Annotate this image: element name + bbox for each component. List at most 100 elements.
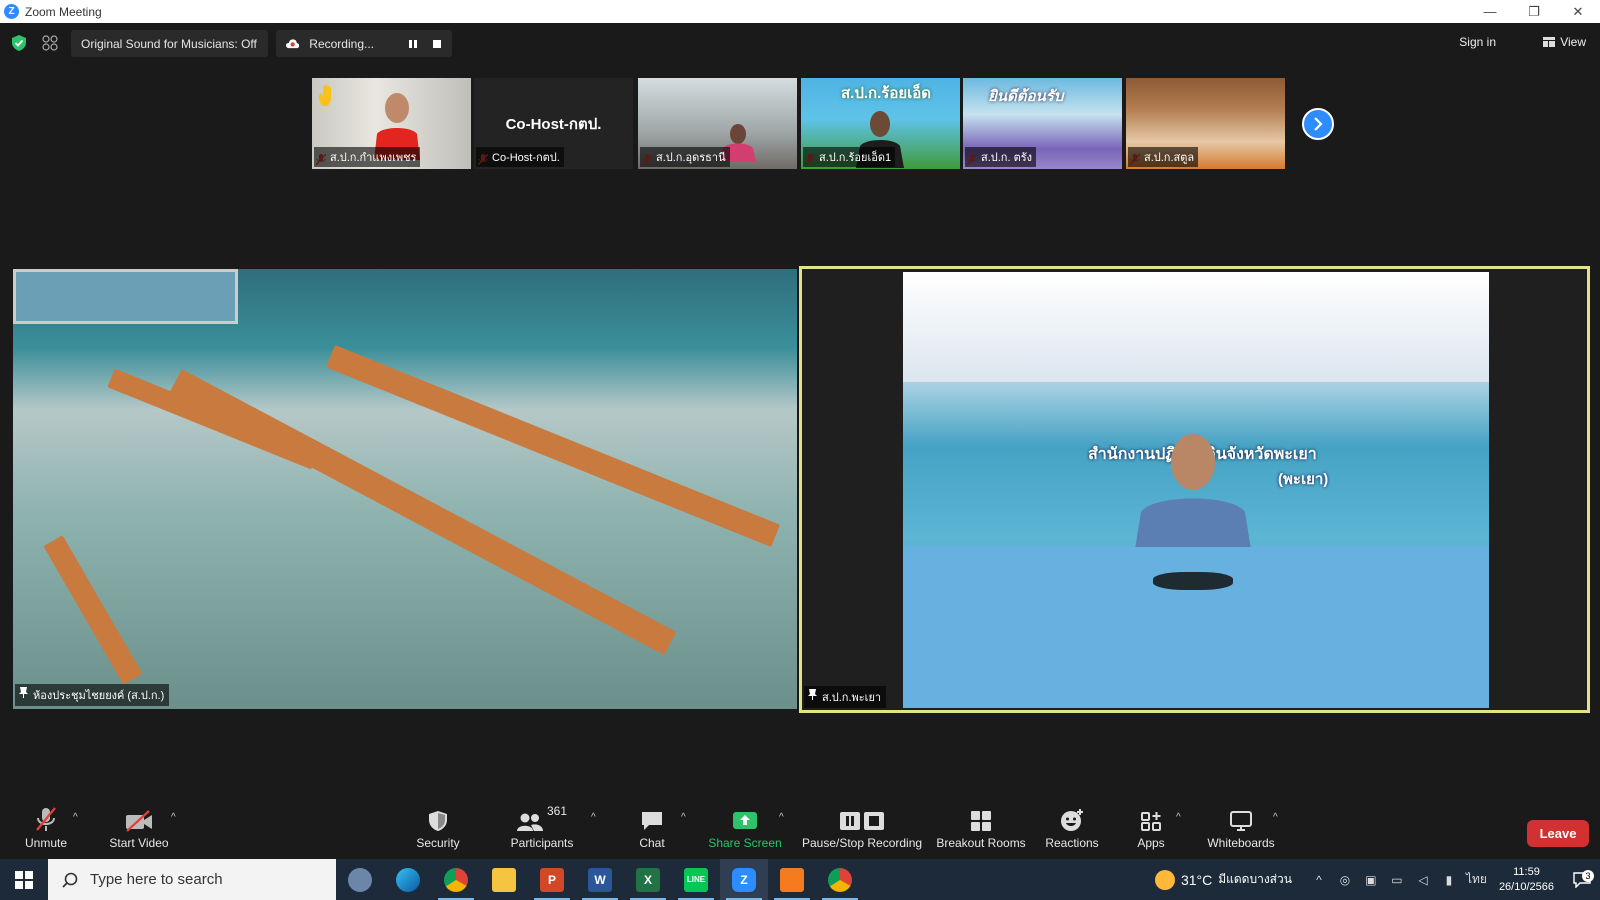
unmute-button[interactable]: Unmute	[20, 799, 72, 857]
apps-button[interactable]: Apps	[1134, 799, 1168, 857]
taskbar-app-chrome[interactable]	[432, 859, 480, 900]
participant-thumbnail[interactable]: ส.ป.ก.ร้อยเอ็ด ส.ป.ก.ร้อยเอ็ด1	[801, 78, 960, 169]
video-name-label: ห้องประชุมไชยยงค์ (ส.ป.ก.)	[15, 684, 170, 706]
chat-button[interactable]: Chat	[632, 799, 672, 857]
participants-options-chevron-icon[interactable]: ^	[591, 812, 601, 823]
conference-microphone	[1153, 572, 1233, 590]
video-options-chevron-icon[interactable]: ^	[171, 812, 181, 823]
participant-thumbnail[interactable]: ส.ป.ก.สตูล	[1126, 78, 1285, 169]
start-video-button[interactable]: Start Video	[104, 799, 174, 857]
line-messenger-icon: LINE	[684, 867, 708, 892]
edge-browser-icon	[396, 867, 420, 892]
video-off-icon	[126, 810, 152, 832]
share-screen-button[interactable]: Share Screen	[708, 799, 782, 857]
video-tile-active-speaker[interactable]: สำนักงานปฏิรูปที่ดินจังหวัดพะเยา (พะเยา)…	[799, 266, 1590, 713]
participant-thumbnail[interactable]: ส.ป.ก.อุดรธานี	[638, 78, 797, 169]
close-button[interactable]: ✕	[1556, 0, 1600, 23]
pause-recording-icon[interactable]	[408, 38, 418, 50]
participant-thumbnail[interactable]: ส.ป.ก.กำแพงเพชร	[312, 78, 471, 169]
share-options-chevron-icon[interactable]: ^	[779, 812, 789, 823]
window-curtain	[903, 272, 1489, 382]
chrome-browser-icon	[444, 867, 468, 892]
display-icon[interactable]: ▭	[1390, 873, 1404, 887]
sign-in-link[interactable]: Sign in	[1459, 35, 1496, 49]
taskbar-app-word[interactable]: W	[576, 859, 624, 900]
pause-stop-recording-button[interactable]: Pause/Stop Recording	[802, 799, 922, 857]
whiteboards-button[interactable]: Whiteboards	[1205, 799, 1277, 857]
minimize-button[interactable]: —	[1468, 0, 1512, 23]
stop-recording-icon[interactable]	[432, 38, 442, 50]
taskbar-app-line[interactable]: LINE	[672, 859, 720, 900]
chat-options-chevron-icon[interactable]: ^	[681, 812, 691, 823]
participant-thumbnail[interactable]: Co-Host-กตป. Co-Host-กตป.	[474, 78, 633, 169]
participant-thumbnail[interactable]: ยินดีต้อนรับ ส.ป.ก. ตรัง	[963, 78, 1122, 169]
pause-stop-recording-icon	[840, 812, 884, 830]
window-titlebar: Z Zoom Meeting — ❐ ✕	[0, 0, 1600, 23]
meeting-info-grid-icon[interactable]	[42, 35, 58, 51]
conference-table	[325, 344, 781, 548]
chrome-browser-icon	[828, 867, 852, 892]
clock-time: 11:59	[1513, 865, 1540, 878]
meet-now-icon[interactable]: ◎	[1338, 873, 1352, 887]
participant-name: ส.ป.ก.ร้อยเอ็ด1	[803, 147, 896, 167]
reactions-label: Reactions	[1045, 836, 1099, 850]
clock-date: 26/10/2566	[1498, 880, 1554, 893]
pin-icon	[19, 687, 28, 698]
volume-icon[interactable]: ◁	[1416, 873, 1430, 887]
participant-count: 361	[546, 804, 568, 818]
start-button[interactable]	[0, 859, 48, 900]
network-status-icon[interactable]: ▣	[1364, 873, 1378, 887]
filmstrip-next-button[interactable]	[1302, 108, 1334, 140]
taskbar-app-zoom[interactable]: Z	[720, 859, 768, 900]
projector-screen	[13, 269, 238, 324]
show-hidden-icons-chevron-icon[interactable]: ^	[1312, 873, 1326, 887]
original-sound-toggle[interactable]: Original Sound for Musicians: Off	[71, 30, 268, 57]
security-label: Security	[416, 836, 460, 850]
reactions-button[interactable]: Reactions	[1042, 799, 1102, 857]
taskbar-search-box[interactable]: Type here to search	[48, 859, 336, 900]
zoom-app-icon: Z	[732, 867, 756, 892]
taskbar-app-foxit[interactable]	[768, 859, 816, 900]
whiteboards-options-chevron-icon[interactable]: ^	[1273, 812, 1283, 823]
weather-widget[interactable]: 31°C มีแดดบางส่วน	[1154, 869, 1292, 890]
notification-center-button[interactable]: 3	[1564, 869, 1600, 888]
breakout-rooms-button[interactable]: Breakout Rooms	[936, 799, 1026, 857]
security-shield-icon	[429, 811, 447, 831]
taskbar-app-powerpoint[interactable]: P	[528, 859, 576, 900]
microphone-in-use-icon[interactable]: ▮	[1442, 873, 1456, 887]
recording-indicator: Recording...	[276, 30, 452, 57]
breakout-rooms-label: Breakout Rooms	[936, 836, 1026, 850]
backdrop-sign-sub: (พะเยา)	[1278, 471, 1329, 488]
weather-condition: มีแดดบางส่วน	[1218, 872, 1292, 886]
input-language-indicator[interactable]: ไทย	[1466, 872, 1487, 887]
participants-button[interactable]: 361 Participants	[506, 799, 578, 857]
windows-taskbar: Type here to search P W X LINE Z 31°C มี…	[0, 859, 1600, 900]
system-tray: 31°C มีแดดบางส่วน ^ ◎ ▣ ▭ ◁ ▮ ไทย 11:59 …	[1154, 859, 1600, 900]
participant-banner-text: ส.ป.ก.ร้อยเอ็ด	[841, 85, 931, 102]
restore-button[interactable]: ❐	[1512, 0, 1556, 23]
apps-options-chevron-icon[interactable]: ^	[1176, 812, 1186, 823]
encryption-shield-icon[interactable]	[12, 35, 26, 51]
video-tile-meeting-room[interactable]: ห้องประชุมไชยยงค์ (ส.ป.ก.)	[13, 269, 797, 709]
taskbar-app-excel[interactable]: X	[624, 859, 672, 900]
taskbar-app-edge[interactable]	[384, 859, 432, 900]
video-name-label: ส.ป.ก.พะเยา	[804, 686, 887, 708]
taskbar-app-task-view[interactable]	[336, 859, 384, 900]
chat-label: Chat	[639, 836, 665, 850]
start-video-label: Start Video	[109, 836, 169, 850]
notification-count-badge: 3	[1582, 869, 1594, 882]
taskbar-app-file-explorer[interactable]	[480, 859, 528, 900]
view-button[interactable]: View	[1543, 35, 1586, 49]
leave-button[interactable]: Leave	[1527, 820, 1589, 847]
window-title: Zoom Meeting	[25, 4, 102, 19]
cloud-recording-icon	[286, 38, 300, 48]
apps-label: Apps	[1137, 836, 1165, 850]
mic-muted-icon	[36, 807, 56, 831]
security-button[interactable]: Security	[410, 799, 466, 857]
meeting-topbar: Original Sound for Musicians: Off Record…	[0, 23, 1600, 63]
folder-icon	[492, 867, 516, 892]
taskbar-app-chrome-2[interactable]	[816, 859, 864, 900]
audio-options-chevron-icon[interactable]: ^	[73, 812, 83, 823]
taskbar-clock[interactable]: 11:59 26/10/2566	[1499, 865, 1554, 895]
word-icon: W	[588, 867, 612, 892]
